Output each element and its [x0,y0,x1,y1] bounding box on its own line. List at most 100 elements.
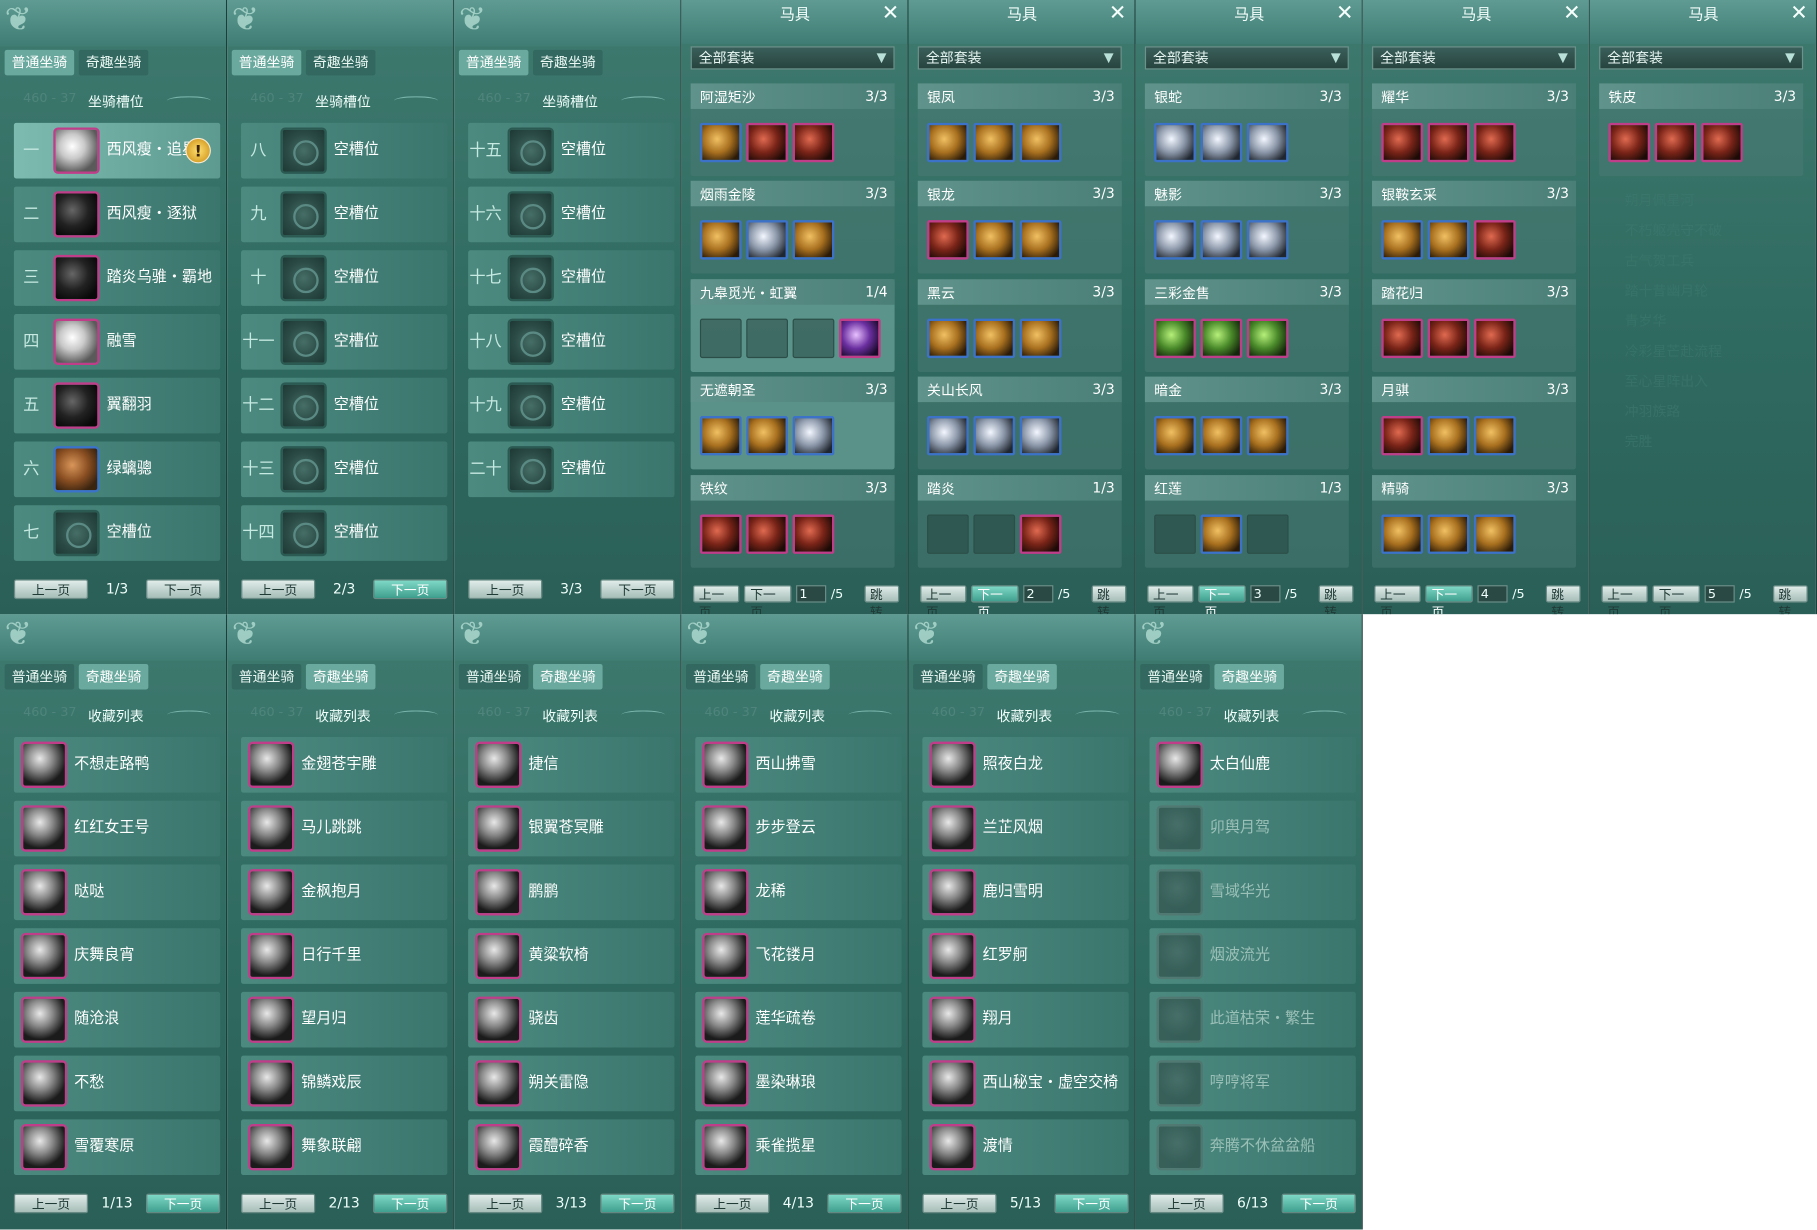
gear-item-icon[interactable] [1019,122,1062,163]
mount-slot-row[interactable]: 三 踏炎乌骓・霸地 [13,250,221,306]
mount-slot-row[interactable]: 六 绿螭骢 [13,441,221,498]
gear-item-icon[interactable] [1701,122,1743,163]
gear-item-icon[interactable] [973,220,1016,260]
collection-row[interactable]: 奔腾不休盆盆船 [1149,1119,1356,1176]
gear-set-card[interactable]: 铁纹 3/3 [690,475,895,568]
gear-item-icon[interactable] [746,514,788,554]
gear-item-icon[interactable] [1427,318,1470,359]
gear-item-icon[interactable] [927,318,969,359]
prev-page-button[interactable]: 上一页 [922,1192,997,1213]
gear-item-icon[interactable] [792,220,835,260]
gear-set-card[interactable]: 三彩金售 3/3 [1144,279,1349,372]
tab-fun-mounts[interactable]: 奇趣坐骑 [760,663,830,690]
empty-gear-slot[interactable] [699,318,742,359]
gear-item-icon[interactable] [1019,220,1062,260]
mount-slot-row[interactable]: 四 融雪 [13,314,221,370]
collection-row[interactable]: 墨染琳琅 [695,1055,902,1112]
gear-set-card[interactable]: 关山长风 3/3 [917,376,1122,470]
gear-item-icon[interactable] [1654,122,1697,163]
gear-set-card[interactable]: 银鞍玄采 3/3 [1372,180,1576,274]
gear-item-icon[interactable] [1381,122,1424,163]
collection-row[interactable]: 不想走路鸭 [13,736,221,793]
next-page-button[interactable]: 下一页 [971,584,1019,614]
gear-set-card[interactable]: 银凤 3/3 [917,83,1122,177]
set-filter-dropdown[interactable]: 全部套装 ▼ [1144,46,1349,70]
mount-slot-row[interactable]: 九 空槽位 [241,186,448,243]
prev-page-button[interactable]: 上一页 [1374,584,1422,614]
gear-item-icon[interactable] [1473,514,1516,554]
next-page-button[interactable]: 下一页 [145,1192,221,1213]
prev-page-button[interactable]: 上一页 [692,584,740,614]
mount-slot-row[interactable]: 十七 空槽位 [468,250,675,306]
collection-row[interactable]: 霞醴碎香 [468,1119,675,1176]
empty-gear-slot[interactable] [973,514,1016,554]
gear-set-card[interactable]: 黑云 3/3 [917,279,1122,372]
gear-item-icon[interactable] [1200,122,1243,163]
collection-row[interactable]: 红罗舸 [922,928,1129,984]
collection-row[interactable]: 哒哒 [13,864,221,921]
collection-row[interactable]: 舞象联翩 [241,1119,448,1176]
page-input[interactable]: 1 [795,584,827,602]
tab-normal-mounts[interactable]: 普通坐骑 [4,49,75,76]
prev-page-button[interactable]: 上一页 [241,1192,316,1213]
gear-item-icon[interactable] [1154,122,1196,163]
gear-item-icon[interactable] [1473,416,1516,456]
tab-normal-mounts[interactable]: 普通坐骑 [4,663,75,690]
gear-item-icon[interactable] [1019,514,1062,554]
collection-row[interactable]: 莲华疏卷 [695,991,902,1048]
collection-row[interactable]: 龙稀 [695,864,902,921]
mount-slot-row[interactable]: 十二 空槽位 [241,377,448,434]
mount-slot-row[interactable]: 十四 空槽位 [241,505,448,561]
jump-button[interactable]: 跳转 [1545,584,1581,614]
collection-row[interactable]: 银翼苍冥雕 [468,800,675,857]
collection-row[interactable]: 庆舞良宵 [13,928,221,984]
gear-set-card[interactable]: 铁皮 3/3 [1599,83,1804,177]
collection-row[interactable]: 骁齿 [468,991,675,1048]
gear-item-icon[interactable] [1200,220,1243,260]
collection-row[interactable]: 烟波流光 [1149,928,1356,984]
gear-item-icon[interactable] [1200,514,1243,554]
collection-row[interactable]: 朔关雷隐 [468,1055,675,1112]
collection-row[interactable]: 金枫抱月 [241,864,448,921]
tab-normal-mounts[interactable]: 普通坐骑 [231,663,302,690]
close-icon[interactable]: ✕ [1563,1,1580,25]
gear-item-icon[interactable] [792,122,835,163]
prev-page-button[interactable]: 上一页 [13,578,89,599]
empty-gear-slot[interactable] [1154,514,1196,554]
tab-fun-mounts[interactable]: 奇趣坐骑 [533,49,603,76]
collection-row[interactable]: 不愁 [13,1055,221,1112]
tab-normal-mounts[interactable]: 普通坐骑 [458,663,529,690]
empty-gear-slot[interactable] [1246,514,1289,554]
collection-row[interactable]: 望月归 [241,991,448,1048]
gear-item-icon[interactable] [1154,220,1196,260]
collection-row[interactable]: 鹏鹏 [468,864,675,921]
mount-slot-row[interactable]: 一 西风瘦・追星! [13,122,221,179]
collection-row[interactable]: 金翅苍宇雕 [241,736,448,793]
gear-item-icon[interactable] [973,318,1016,359]
mount-slot-row[interactable]: 二 西风瘦・逐狱 [13,186,221,243]
next-page-button[interactable]: 下一页 [600,578,675,599]
collection-row[interactable]: 雪覆寒原 [13,1119,221,1176]
warning-icon[interactable]: ! [185,137,211,164]
tab-fun-mounts[interactable]: 奇趣坐骑 [1214,663,1284,690]
gear-set-card[interactable]: 阿湿矩沙 3/3 [690,83,895,177]
mount-slot-row[interactable]: 十一 空槽位 [241,314,448,370]
collection-row[interactable]: 此道枯荣・繁生 [1149,991,1356,1048]
page-input[interactable]: 4 [1477,584,1508,602]
next-page-button[interactable]: 下一页 [827,1192,902,1213]
prev-page-button[interactable]: 上一页 [1147,584,1195,614]
next-page-button[interactable]: 下一页 [373,578,448,599]
collection-row[interactable]: 黄粱软椅 [468,928,675,984]
gear-item-icon[interactable] [1473,220,1516,260]
gear-item-icon[interactable] [1381,514,1424,554]
tab-fun-mounts[interactable]: 奇趣坐骑 [987,663,1057,690]
close-icon[interactable]: ✕ [1109,1,1126,25]
gear-item-icon[interactable] [927,220,969,260]
gear-item-icon[interactable] [746,122,788,163]
collection-row[interactable]: 照夜白龙 [922,736,1129,793]
gear-item-icon[interactable] [927,416,969,456]
mount-slot-row[interactable]: 五 翼翻羽 [13,377,221,434]
next-page-button[interactable]: 下一页 [146,578,221,599]
empty-gear-slot[interactable] [792,318,835,359]
gear-item-icon[interactable] [699,122,742,163]
